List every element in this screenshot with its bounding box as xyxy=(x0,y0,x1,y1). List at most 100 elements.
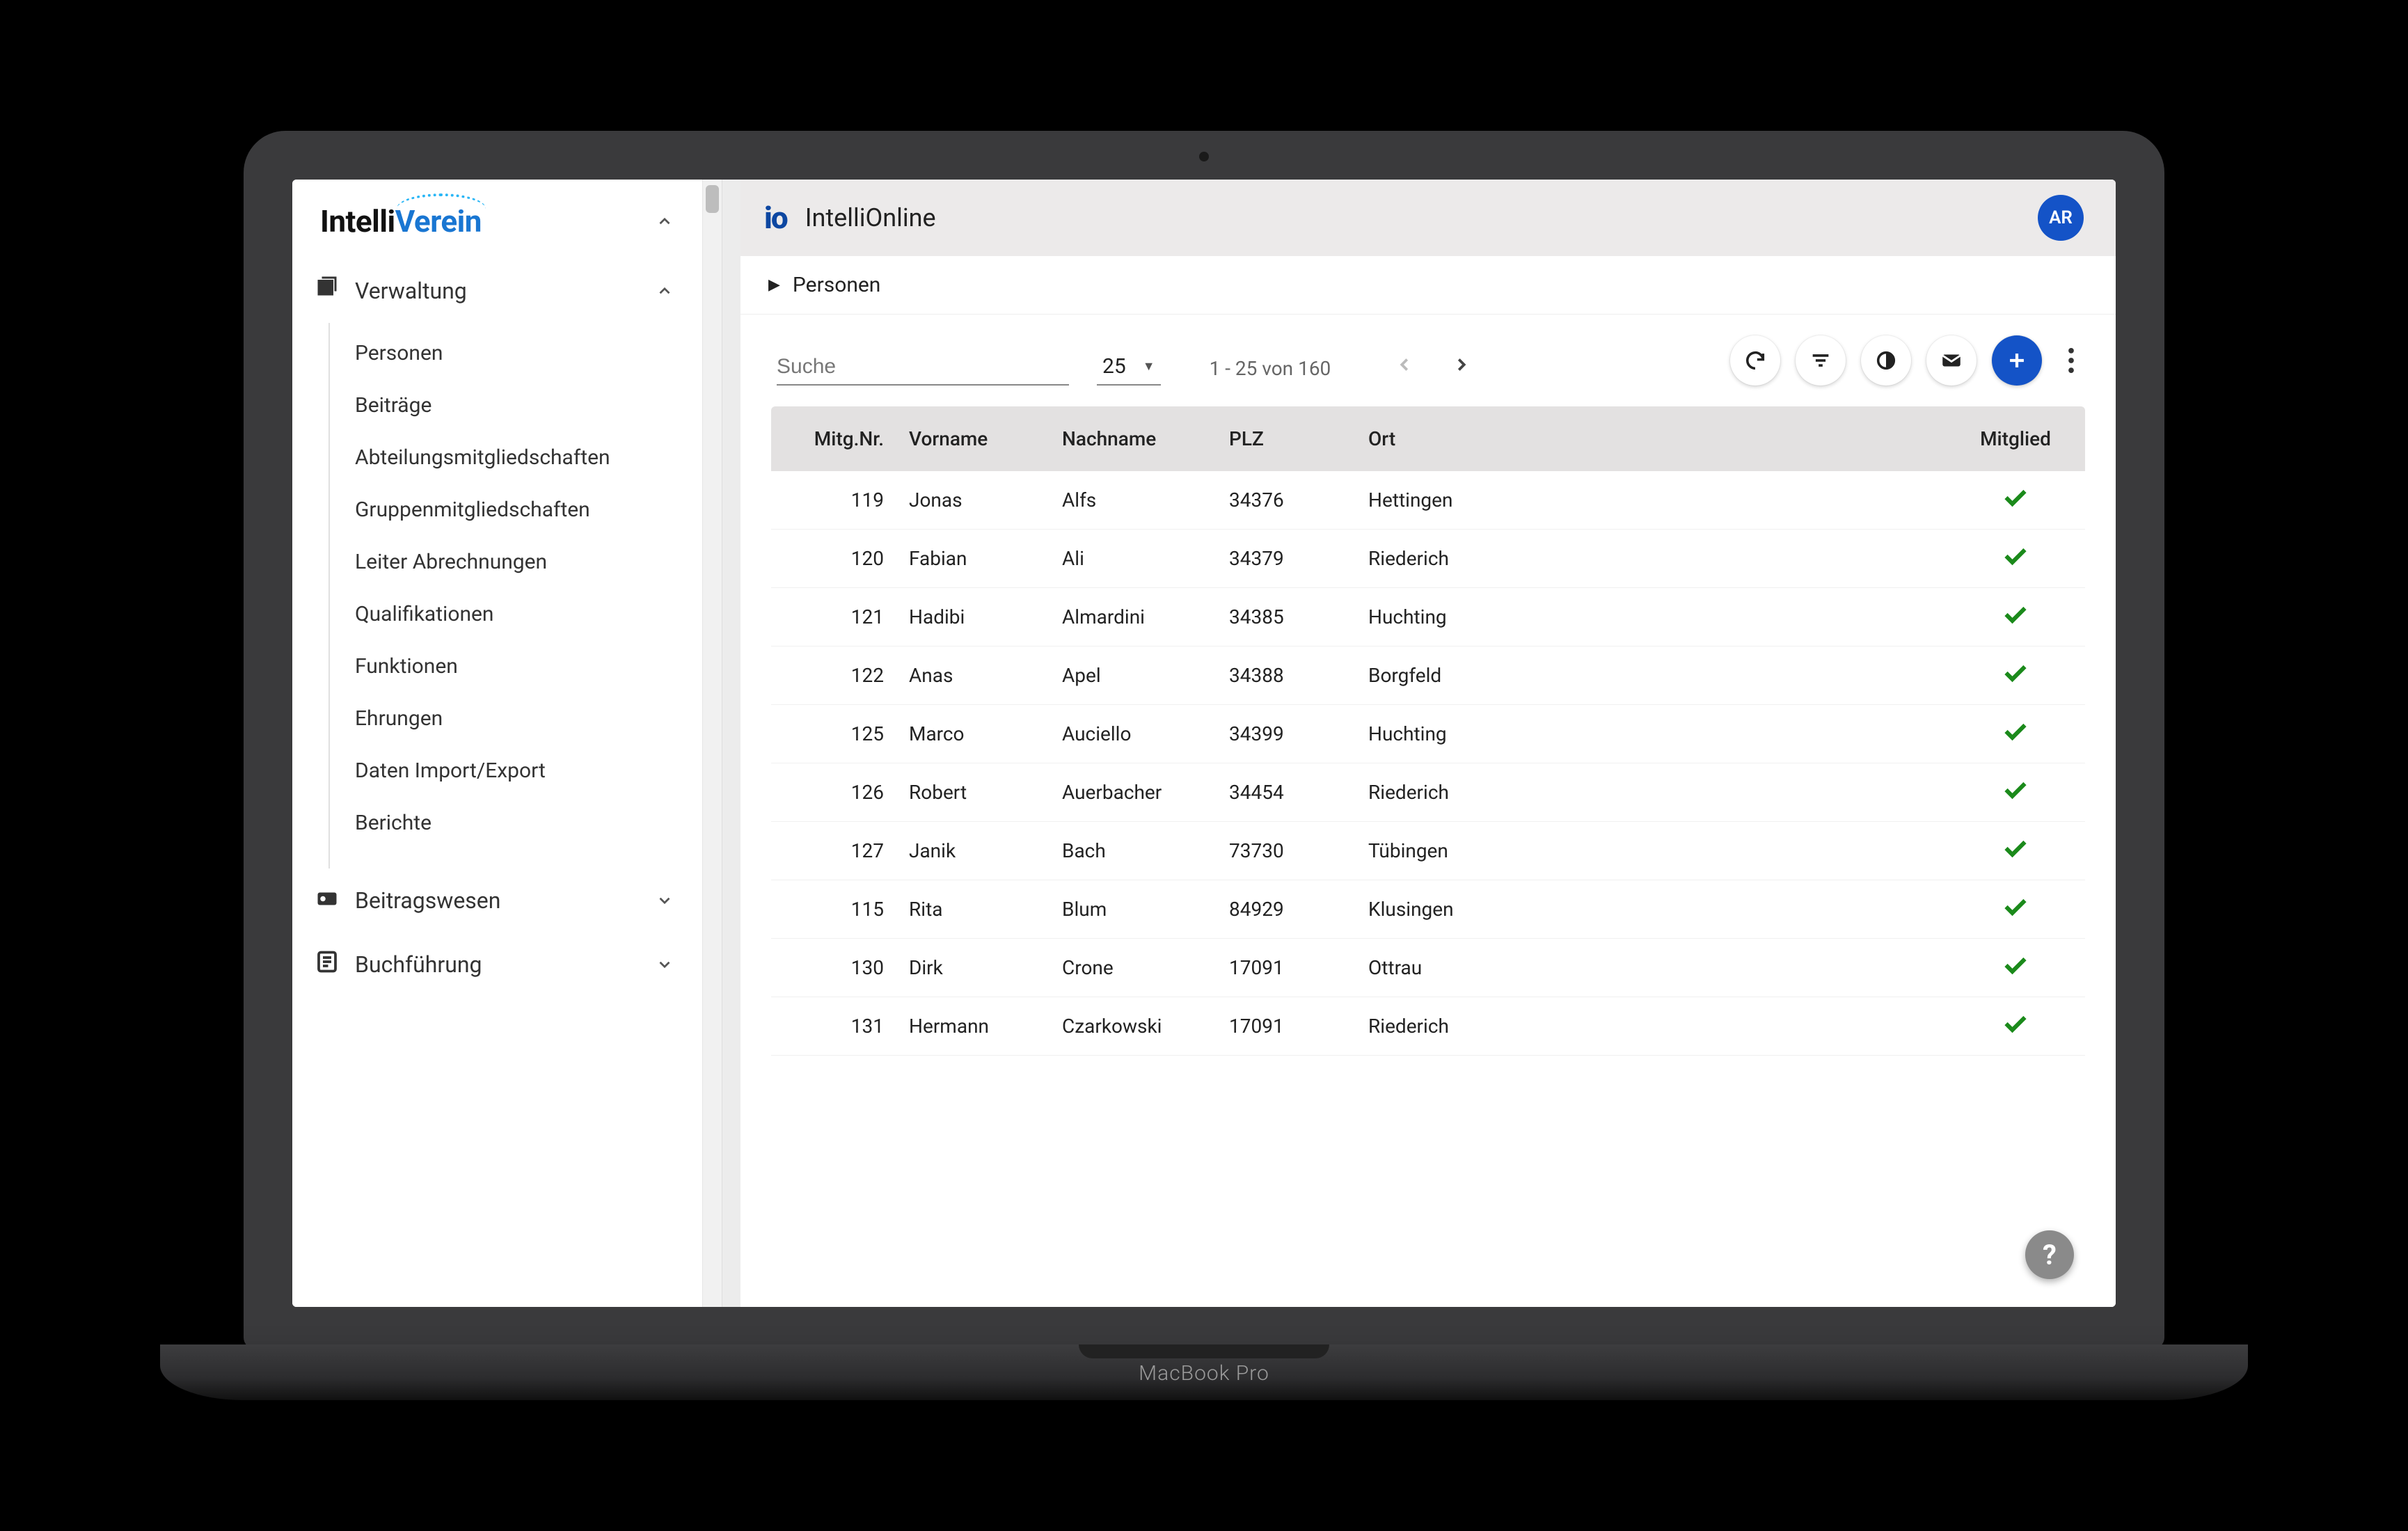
member-cell xyxy=(1946,588,2085,646)
check-icon xyxy=(2003,489,2028,512)
next-page-button[interactable] xyxy=(1443,347,1480,383)
table-cell: 84929 xyxy=(1217,880,1356,939)
mail-button[interactable] xyxy=(1926,335,1977,386)
sidebar-item-personen[interactable]: Personen xyxy=(330,327,702,379)
column-header[interactable]: Nachname xyxy=(1049,406,1217,471)
main-panel: io IntelliOnline AR ▶ Personen xyxy=(740,180,2116,1307)
table-cell: Janik xyxy=(896,822,1049,880)
sidebar-item-qualifikationen[interactable]: Qualifikationen xyxy=(330,588,702,640)
nav-section-buchfuehrung[interactable]: Buchführung xyxy=(292,933,702,997)
filter-button[interactable] xyxy=(1796,335,1846,386)
collapse-sidebar-button[interactable] xyxy=(655,212,674,231)
app-root: IntelliVerein Verwaltung xyxy=(292,180,2116,1307)
filter-icon xyxy=(1809,349,1832,372)
table-cell: Auerbacher xyxy=(1049,763,1217,822)
prev-page-button[interactable] xyxy=(1386,347,1423,383)
topbar: io IntelliOnline AR xyxy=(740,180,2116,256)
column-header[interactable]: Vorname xyxy=(896,406,1049,471)
table-row[interactable]: 115RitaBlum84929Klusingen xyxy=(771,880,2085,939)
table-row[interactable]: 122AnasApel34388Borgfeld xyxy=(771,646,2085,705)
table-cell: Bach xyxy=(1049,822,1217,880)
table-body: 119JonasAlfs34376Hettingen120FabianAli34… xyxy=(771,471,2085,1056)
table-cell: Hadibi xyxy=(896,588,1049,646)
column-header[interactable]: Ort xyxy=(1356,406,1946,471)
toolbar: 25 ▼ 1 - 25 von 160 xyxy=(740,315,2116,406)
chevron-up-icon xyxy=(655,281,674,301)
table-cell: Blum xyxy=(1049,880,1217,939)
column-header[interactable]: Mitglied xyxy=(1946,406,2085,471)
table-row[interactable]: 130DirkCrone17091Ottrau xyxy=(771,939,2085,997)
help-button[interactable]: ? xyxy=(2025,1230,2074,1279)
table-cell: 34376 xyxy=(1217,471,1356,530)
check-icon xyxy=(2003,840,2028,863)
sidebar-item-ehrungen[interactable]: Ehrungen xyxy=(330,692,702,745)
table-row[interactable]: 120FabianAli34379Riederich xyxy=(771,530,2085,588)
table-cell: 119 xyxy=(771,471,896,530)
more-button[interactable] xyxy=(2057,335,2085,386)
sidebar-item-funktionen[interactable]: Funktionen xyxy=(330,640,702,692)
ledger-icon xyxy=(315,949,340,980)
brand-logo[interactable]: IntelliVerein xyxy=(320,203,482,239)
add-button[interactable] xyxy=(1992,335,2042,386)
triangle-down-icon: ▼ xyxy=(1143,359,1155,374)
table-cell: 34385 xyxy=(1217,588,1356,646)
library-icon xyxy=(315,276,340,306)
table-row[interactable]: 131HermannCzarkowski17091Riederich xyxy=(771,997,2085,1056)
table-row[interactable]: 127JanikBach73730Tübingen xyxy=(771,822,2085,880)
table-cell: 17091 xyxy=(1217,997,1356,1056)
table-cell: 121 xyxy=(771,588,896,646)
triangle-right-icon: ▶ xyxy=(768,276,780,294)
sidebar-item-daten-import-export[interactable]: Daten Import/Export xyxy=(330,745,702,797)
table-row[interactable]: 119JonasAlfs34376Hettingen xyxy=(771,471,2085,530)
table-cell: Ottrau xyxy=(1356,939,1946,997)
table-cell: 34399 xyxy=(1217,705,1356,763)
table-row[interactable]: 126RobertAuerbacher34454Riederich xyxy=(771,763,2085,822)
table-row[interactable]: 121HadibiAlmardini34385Huchting xyxy=(771,588,2085,646)
table-cell: Tübingen xyxy=(1356,822,1946,880)
table-cell: Riederich xyxy=(1356,530,1946,588)
screen: IntelliVerein Verwaltung xyxy=(292,180,2116,1307)
nav-section-verwaltung[interactable]: Verwaltung xyxy=(292,259,702,323)
gutter-scroll-thumb[interactable] xyxy=(706,185,719,213)
table-cell: Anas xyxy=(896,646,1049,705)
column-header[interactable]: Mitg.Nr. xyxy=(771,406,896,471)
persons-table-wrap: Mitg.Nr.VornameNachnamePLZOrtMitglied 11… xyxy=(740,406,2116,1307)
check-icon xyxy=(2003,665,2028,688)
table-cell: Crone xyxy=(1049,939,1217,997)
sidebar-item-leiter-abrechnungen[interactable]: Leiter Abrechnungen xyxy=(330,536,702,588)
search-input[interactable] xyxy=(777,355,1069,379)
contrast-button[interactable] xyxy=(1861,335,1911,386)
sidebar-item-beitr-ge[interactable]: Beiträge xyxy=(330,379,702,431)
page-size-select[interactable]: 25 ▼ xyxy=(1097,354,1161,386)
table-cell: Jonas xyxy=(896,471,1049,530)
table-cell: Riederich xyxy=(1356,763,1946,822)
sidebar-item-berichte[interactable]: Berichte xyxy=(330,797,702,849)
table-cell: Auciello xyxy=(1049,705,1217,763)
table-cell: Almardini xyxy=(1049,588,1217,646)
table-cell: Marco xyxy=(896,705,1049,763)
sidebar: IntelliVerein Verwaltung xyxy=(292,180,703,1307)
member-cell xyxy=(1946,763,2085,822)
member-cell xyxy=(1946,880,2085,939)
sidebar-item-gruppenmitgliedschaften[interactable]: Gruppenmitgliedschaften xyxy=(330,484,702,536)
table-cell: 122 xyxy=(771,646,896,705)
table-cell: Borgfeld xyxy=(1356,646,1946,705)
table-cell: Huchting xyxy=(1356,705,1946,763)
avatar[interactable]: AR xyxy=(2038,195,2084,241)
check-icon xyxy=(2003,548,2028,571)
brand-part2: Verein xyxy=(395,203,482,239)
io-mark: io xyxy=(764,200,787,236)
laptop-lid: IntelliVerein Verwaltung xyxy=(244,131,2164,1349)
chevron-left-icon xyxy=(1394,354,1415,375)
nav-subitems: PersonenBeiträgeAbteilungsmitgliedschaft… xyxy=(328,323,702,868)
breadcrumb[interactable]: ▶ Personen xyxy=(740,256,2116,315)
sidebar-item-abteilungsmitgliedschaften[interactable]: Abteilungsmitgliedschaften xyxy=(330,431,702,484)
table-row[interactable]: 125MarcoAuciello34399Huchting xyxy=(771,705,2085,763)
laptop-frame: IntelliVerein Verwaltung xyxy=(244,131,2164,1400)
chevron-right-icon xyxy=(1451,354,1472,375)
nav-section-beitragswesen[interactable]: Beitragswesen xyxy=(292,868,702,933)
refresh-button[interactable] xyxy=(1730,335,1780,386)
column-header[interactable]: PLZ xyxy=(1217,406,1356,471)
member-cell xyxy=(1946,471,2085,530)
chevron-up-icon xyxy=(656,212,674,230)
